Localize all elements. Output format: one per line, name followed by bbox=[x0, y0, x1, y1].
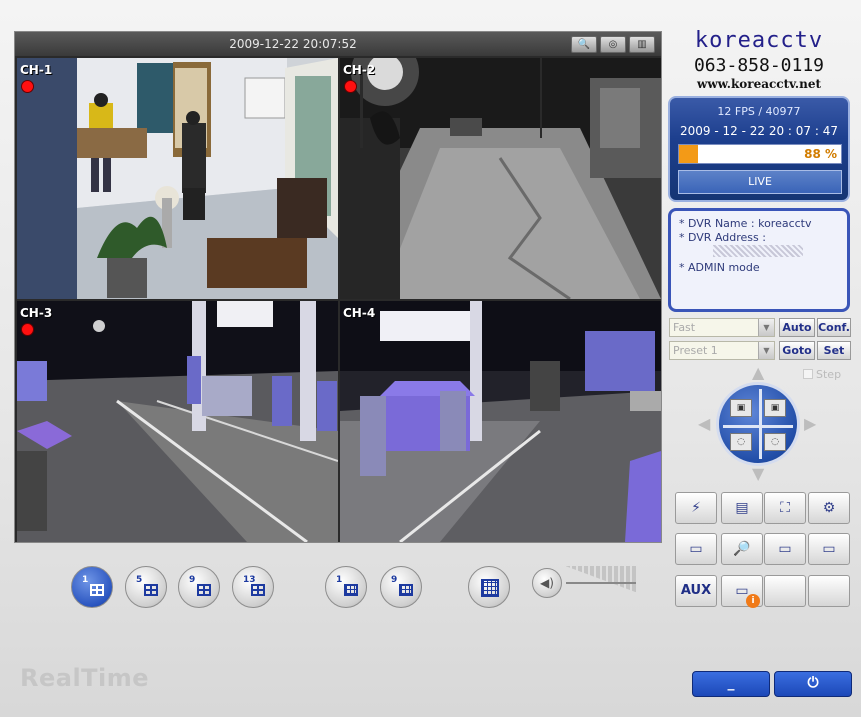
aux-button[interactable]: AUX bbox=[675, 575, 717, 607]
zoom-out-icon[interactable]: ▣ bbox=[730, 399, 752, 417]
ptz-speed-value: Fast bbox=[673, 321, 696, 334]
fps-readout: 12 FPS / 40977 bbox=[717, 105, 801, 118]
empty-tool-button[interactable] bbox=[808, 575, 850, 607]
channel-label: CH-2 bbox=[343, 63, 376, 77]
split-num: 1 bbox=[336, 575, 343, 585]
speaker-icon[interactable]: ◀) bbox=[532, 568, 562, 598]
split-9-button[interactable]: 9 bbox=[178, 566, 220, 608]
record-icon[interactable]: ⚡ bbox=[675, 492, 717, 524]
network-icon[interactable]: ▭ bbox=[808, 533, 850, 565]
masked-address bbox=[713, 245, 803, 257]
ptz-right-icon[interactable]: ▶ bbox=[804, 414, 816, 433]
chevron-down-icon: ▼ bbox=[758, 342, 774, 359]
goto-button[interactable]: Goto bbox=[779, 341, 815, 360]
ptz-preset-value: Preset 1 bbox=[673, 344, 718, 357]
camera-cell-ch3[interactable]: CH-3 bbox=[17, 301, 338, 542]
split-1-button[interactable]: 1 bbox=[71, 566, 113, 608]
info-badge-icon: i bbox=[746, 594, 760, 608]
ptz-left-icon[interactable]: ◀ bbox=[698, 414, 710, 433]
power-button[interactable]: ⏻ bbox=[774, 671, 852, 697]
dvr-info-icon[interactable]: ▭ i bbox=[721, 575, 763, 608]
rec-indicator-icon bbox=[344, 80, 357, 93]
admin-mode: * ADMIN mode bbox=[679, 261, 760, 274]
volume-control: ◀) bbox=[532, 566, 638, 602]
focus-near-icon[interactable]: ◌ bbox=[730, 433, 752, 451]
grid-icon bbox=[344, 584, 358, 596]
dvr-name: * DVR Name : koreacctv bbox=[679, 217, 812, 230]
page-1-button[interactable]: 1 bbox=[325, 566, 367, 608]
camera-cell-ch2[interactable]: CH-2 bbox=[340, 58, 661, 299]
dvr-viewer-app: 2009-12-22 20:07:52 🔍 ◎ ▥ CH-1 CH-2 CH-3… bbox=[0, 0, 861, 717]
brand-url: www.koreacctv.net bbox=[696, 77, 821, 91]
ptz-down-icon[interactable]: ▼ bbox=[752, 464, 764, 483]
footer-brand: RealTime bbox=[20, 664, 150, 692]
progress-fill bbox=[679, 145, 699, 163]
grid-icon bbox=[251, 584, 265, 596]
status-datetime: 2009 - 12 - 22 20 : 07 : 47 bbox=[680, 124, 838, 138]
conf-button[interactable]: Conf. bbox=[817, 318, 851, 337]
ptz-ring: ▣ ▣ ◌ ◌ bbox=[716, 382, 800, 466]
ptz-divider bbox=[759, 389, 762, 459]
auto-button[interactable]: Auto bbox=[779, 318, 815, 337]
grid-icon bbox=[399, 584, 413, 596]
split-num: 1 bbox=[82, 575, 89, 585]
full-grid-button[interactable] bbox=[468, 566, 510, 608]
grid-icon bbox=[144, 584, 158, 596]
page-9-button[interactable]: 9 bbox=[380, 566, 422, 608]
video-header: 2009-12-22 20:07:52 🔍 ◎ ▥ bbox=[15, 32, 661, 56]
video-timestamp: 2009-12-22 20:07:52 bbox=[229, 37, 357, 51]
grid-icon bbox=[481, 579, 499, 597]
search-playback-icon[interactable]: ▤ bbox=[721, 492, 763, 524]
chevron-down-icon: ▼ bbox=[758, 319, 774, 336]
capture-icon[interactable]: ◎ bbox=[600, 36, 626, 53]
ptz-divider bbox=[723, 425, 793, 428]
hdd-progress-bar: 88 % bbox=[678, 144, 842, 164]
minimize-button[interactable]: _ bbox=[692, 671, 770, 697]
dvr-info-panel: * DVR Name : koreacctv * DVR Address : *… bbox=[668, 208, 850, 312]
ptz-up-icon[interactable]: ▲ bbox=[752, 363, 764, 382]
set-button[interactable]: Set bbox=[817, 341, 851, 360]
dvr-address: * DVR Address : bbox=[679, 231, 766, 244]
fullscreen-icon[interactable]: ⛶ bbox=[764, 492, 806, 524]
camera-cell-ch1[interactable]: CH-1 bbox=[17, 58, 338, 299]
split-num: 5 bbox=[136, 575, 143, 585]
ptz-preset-select[interactable]: Preset 1 ▼ bbox=[669, 341, 775, 360]
brand-phone: 063-858-0119 bbox=[693, 55, 825, 76]
volume-level-icon bbox=[566, 566, 636, 592]
brand-block: koreacctv 063-858-0119 www.koreacctv.net bbox=[668, 28, 850, 91]
settings-icon[interactable]: ⚙ bbox=[808, 492, 850, 524]
split-5-button[interactable]: 5 bbox=[125, 566, 167, 608]
video-panel: 2009-12-22 20:07:52 🔍 ◎ ▥ CH-1 CH-2 CH-3… bbox=[14, 31, 662, 543]
status-panel: 12 FPS / 40977 2009 - 12 - 22 20 : 07 : … bbox=[668, 96, 850, 202]
camera-grid: CH-1 CH-2 CH-3 CH-4 bbox=[17, 58, 661, 542]
rec-indicator-icon bbox=[21, 323, 34, 336]
channel-label: CH-1 bbox=[20, 63, 53, 77]
empty-tool-button[interactable] bbox=[764, 575, 806, 607]
split-num: 9 bbox=[189, 575, 196, 585]
live-button[interactable]: LIVE bbox=[678, 170, 842, 194]
channel-label: CH-4 bbox=[343, 306, 376, 320]
step-label: Step bbox=[816, 368, 842, 381]
rec-indicator-icon bbox=[21, 80, 34, 93]
focus-far-icon[interactable]: ◌ bbox=[764, 433, 786, 451]
zoom-in-icon[interactable]: ▣ bbox=[764, 399, 786, 417]
camera-cell-ch4[interactable]: CH-4 bbox=[340, 301, 661, 542]
grid-icon bbox=[197, 584, 211, 596]
split-13-button[interactable]: 13 bbox=[232, 566, 274, 608]
film-icon[interactable]: ▥ bbox=[629, 36, 655, 53]
volume-slider[interactable] bbox=[566, 582, 636, 584]
ptz-control: ▲ ▼ ◀ ▶ ▣ ▣ ◌ ◌ bbox=[698, 363, 818, 483]
brand-name: koreacctv bbox=[694, 28, 824, 53]
dvr-search-icon[interactable]: 🔎 bbox=[721, 533, 763, 565]
grid-icon bbox=[90, 584, 104, 596]
split-num: 9 bbox=[391, 575, 398, 585]
channel-label: CH-3 bbox=[20, 306, 53, 320]
ptz-speed-select[interactable]: Fast ▼ bbox=[669, 318, 775, 337]
zoom-icon[interactable]: 🔍 bbox=[571, 36, 597, 53]
dvr-icon[interactable]: ▭ bbox=[675, 533, 717, 565]
backup-icon[interactable]: ▭ bbox=[764, 533, 806, 565]
progress-percent: 88 % bbox=[804, 147, 837, 161]
